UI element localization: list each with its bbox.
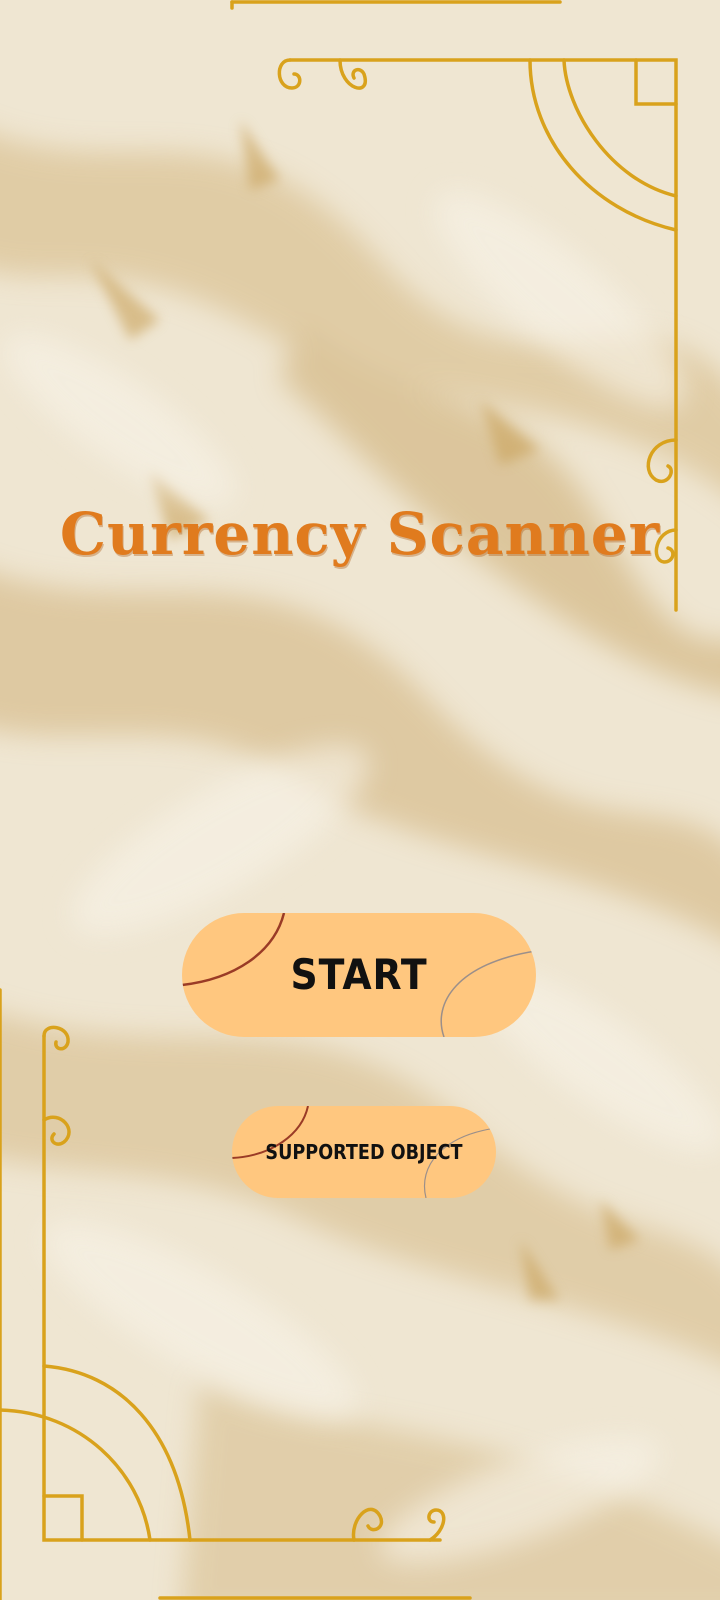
marble-background: [0, 0, 720, 1600]
start-button-label: START: [290, 950, 428, 999]
supported-object-button-label: SUPPORTED OBJECT: [265, 1140, 463, 1164]
start-button[interactable]: START: [182, 913, 536, 1037]
supported-object-button[interactable]: SUPPORTED OBJECT: [232, 1106, 496, 1198]
app-title: Currency Scanner: [59, 500, 661, 568]
